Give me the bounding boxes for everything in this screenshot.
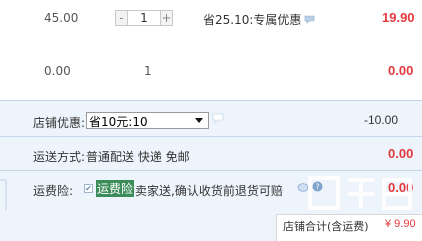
item-quantity: 1: [144, 64, 152, 78]
shop-total-amount: ¥ 9.90: [385, 218, 416, 230]
item-subtotal: 0.00: [388, 63, 414, 78]
watermark-corner-icon: [0, 179, 7, 210]
shop-total-label: 店铺合计(含运费): [283, 220, 369, 233]
divider: [0, 170, 422, 171]
shipping-label: 运送方式:: [33, 150, 86, 164]
item-unit-price: 45.00: [44, 11, 79, 25]
qty-input[interactable]: 1: [128, 10, 160, 26]
insurance-description: 卖家送,确认收货前退货可赔: [135, 184, 283, 198]
shop-discount-amount: -10.00: [364, 113, 399, 127]
ice-watermark-icon: [211, 112, 225, 127]
divider: [0, 136, 422, 137]
shipping-amount: 0.00: [388, 146, 414, 161]
shop-discount-select[interactable]: 省10元:10: [86, 112, 209, 129]
qty-increase-button[interactable]: +: [160, 10, 173, 26]
item-unit-price: 0.00: [44, 64, 71, 78]
item-subtotal: 19.90: [382, 10, 415, 25]
quantity-stepper[interactable]: - 1 +: [115, 10, 173, 26]
insurance-label: 运费险:: [33, 184, 74, 198]
shop-discount-selected: 省10元:10: [89, 115, 148, 129]
divider: [0, 100, 422, 101]
chevron-down-icon: [195, 118, 203, 123]
watermark-logo-icon: [308, 176, 412, 210]
cart-item-row-2: 0.00 1 0.00: [0, 38, 422, 100]
shop-discount-label: 店铺优惠:: [33, 116, 86, 130]
qty-decrease-button[interactable]: -: [115, 10, 128, 26]
insurance-checkbox[interactable]: ✔: [84, 184, 93, 193]
insurance-highlight: 运费险: [96, 180, 135, 197]
shop-total-box: 店铺合计(含运费) ¥ 9.90: [276, 214, 422, 241]
shipping-method[interactable]: 普通配送 快递 免邮: [86, 148, 190, 165]
message-icon[interactable]: [304, 13, 315, 27]
cart-item-row-1: 45.00 - 1 + 省25.10:专属优惠 19.90: [0, 0, 422, 38]
item-promo-text: 省25.10:专属优惠: [203, 13, 302, 27]
